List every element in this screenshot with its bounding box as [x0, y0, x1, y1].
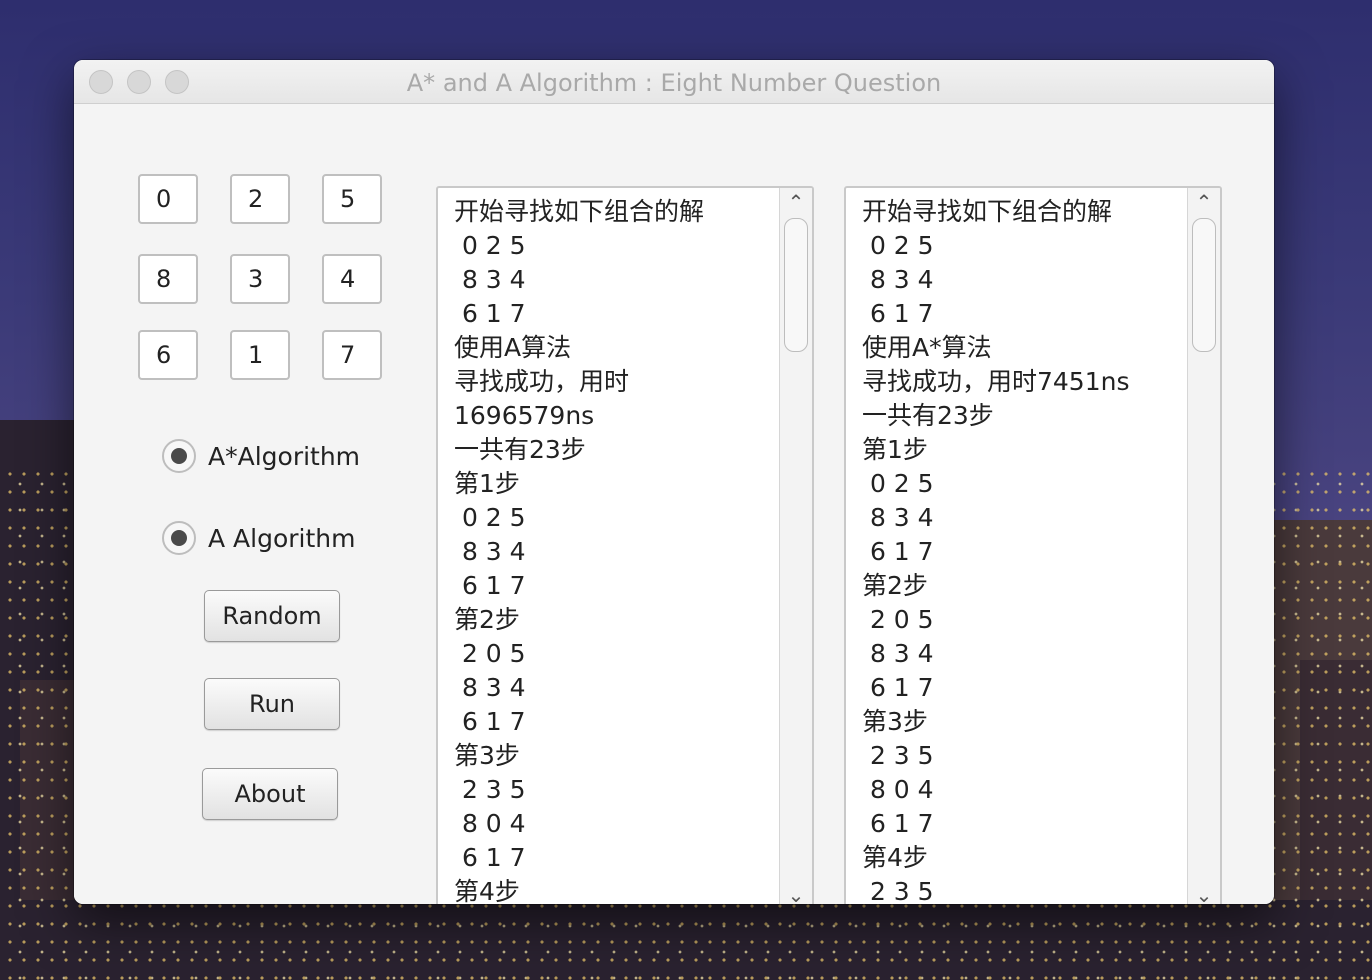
tile-field[interactable]: 1	[230, 330, 290, 380]
chevron-down-icon[interactable]: ⌄	[780, 881, 812, 904]
output-line: 第1步	[454, 469, 520, 498]
output-line: 第3步	[862, 707, 928, 736]
output-line: 8 3 4	[862, 503, 934, 532]
output-line: 开始寻找如下组合的解	[862, 197, 1113, 226]
output-line: 6 1 7	[862, 299, 934, 328]
output-line: 6 1 7	[862, 809, 934, 838]
output-line: 一共有23步	[454, 435, 586, 464]
chevron-down-icon[interactable]: ⌄	[1188, 881, 1220, 904]
radio-button[interactable]	[162, 439, 196, 473]
vertical-scrollbar[interactable]: ⌃ ⌄	[779, 188, 812, 904]
output-lines: 开始寻找如下组合的解 0 2 5 8 3 4 6 1 7 使用A算法寻找成功，用时…	[454, 195, 772, 904]
a-star-algorithm-output[interactable]: 开始寻找如下组合的解 0 2 5 8 3 4 6 1 7 使用A*算法寻找成功，用…	[844, 186, 1222, 904]
tile-field[interactable]: 6	[138, 330, 198, 380]
run-button[interactable]: Run	[204, 678, 340, 730]
output-line: 2 3 5	[862, 877, 934, 904]
output-line: 2 0 5	[862, 605, 934, 634]
a-star-algorithm-option[interactable]: A*Algorithm	[162, 439, 360, 473]
output-line: 6 1 7	[862, 537, 934, 566]
output-line: 6 1 7	[454, 843, 526, 872]
output-line: 第4步	[454, 877, 520, 904]
tile-field[interactable]: 0	[138, 174, 198, 224]
chevron-up-icon[interactable]: ⌃	[780, 188, 812, 216]
output-line: 一共有23步	[862, 401, 994, 430]
output-line: 使用A*算法	[862, 333, 992, 362]
output-line: 8 0 4	[862, 775, 934, 804]
title-bar[interactable]: A* and A Algorithm : Eight Number Questi…	[74, 60, 1274, 104]
scroll-thumb[interactable]	[1192, 218, 1216, 352]
output-line: 8 0 4	[454, 809, 526, 838]
output-line: 6 1 7	[454, 299, 526, 328]
output-line: 1696579ns	[454, 401, 595, 430]
output-line: 8 3 4	[454, 265, 526, 294]
tile-field[interactable]: 4	[322, 254, 382, 304]
tile-field[interactable]: 7	[322, 330, 382, 380]
output-line: 2 3 5	[862, 741, 934, 770]
output-line: 开始寻找如下组合的解	[454, 197, 705, 226]
chevron-up-icon[interactable]: ⌃	[1188, 188, 1220, 216]
app-window: A* and A Algorithm : Eight Number Questi…	[74, 60, 1274, 904]
output-line: 0 2 5	[862, 231, 934, 260]
output-line: 2 3 5	[454, 775, 526, 804]
output-line: 8 3 4	[862, 265, 934, 294]
random-button[interactable]: Random	[204, 590, 340, 642]
output-line: 第1步	[862, 435, 928, 464]
output-line: 6 1 7	[862, 673, 934, 702]
output-line: 使用A算法	[454, 333, 572, 362]
output-line: 第4步	[862, 843, 928, 872]
output-line: 第2步	[454, 605, 520, 634]
output-line: 0 2 5	[454, 231, 526, 260]
output-line: 2 0 5	[454, 639, 526, 668]
output-line: 第3步	[454, 741, 520, 770]
output-line: 第2步	[862, 571, 928, 600]
tile-field[interactable]: 2	[230, 174, 290, 224]
output-line: 寻找成功，用时7451ns	[862, 367, 1130, 396]
tile-field[interactable]: 3	[230, 254, 290, 304]
window-title: A* and A Algorithm : Eight Number Questi…	[406, 69, 942, 97]
output-line: 8 3 4	[454, 673, 526, 702]
a-algorithm-output[interactable]: 开始寻找如下组合的解 0 2 5 8 3 4 6 1 7 使用A算法寻找成功，用时…	[436, 186, 814, 904]
output-line: 0 2 5	[862, 469, 934, 498]
tile-field[interactable]: 5	[322, 174, 382, 224]
scroll-thumb[interactable]	[784, 218, 808, 352]
about-button[interactable]: About	[202, 768, 338, 820]
output-line: 6 1 7	[454, 571, 526, 600]
a-star-algorithm-label: A*Algorithm	[208, 441, 361, 471]
output-line: 8 3 4	[454, 537, 526, 566]
a-algorithm-label: A Algorithm	[208, 523, 356, 553]
output-line: 0 2 5	[454, 503, 526, 532]
a-algorithm-option[interactable]: A Algorithm	[162, 521, 356, 555]
vertical-scrollbar[interactable]: ⌃ ⌄	[1187, 188, 1220, 904]
radio-button[interactable]	[162, 521, 196, 555]
output-line: 6 1 7	[454, 707, 526, 736]
tile-field[interactable]: 8	[138, 254, 198, 304]
output-line: 寻找成功，用时	[454, 367, 630, 396]
main-content: 0 2 5 8 3 4 6 1 7 A*Algorithm A Algorith…	[74, 104, 1274, 904]
output-lines: 开始寻找如下组合的解 0 2 5 8 3 4 6 1 7 使用A*算法寻找成功，用…	[862, 195, 1180, 904]
output-line: 8 3 4	[862, 639, 934, 668]
